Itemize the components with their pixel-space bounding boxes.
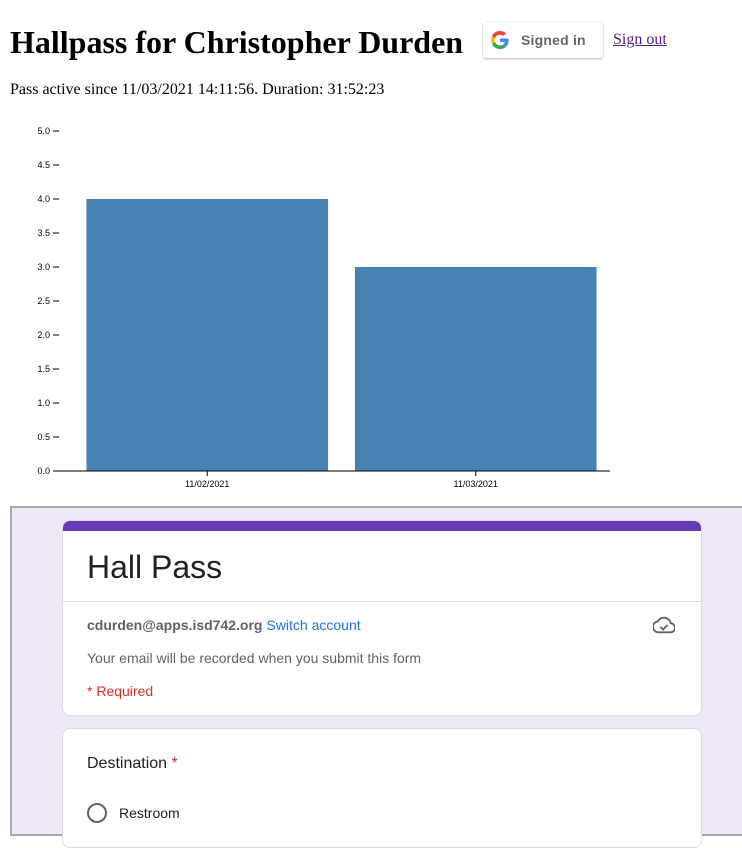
y-tick-label: 2.5 [37,296,50,306]
form-accent-bar [63,521,701,531]
pass-status-text: Pass active since 11/03/2021 14:11:56. D… [10,81,385,98]
y-tick-label: 4.0 [37,194,50,204]
question-label: Destination [87,755,168,772]
page-header: Hallpass for Christopher Durden [10,18,463,66]
y-tick-label: 0.5 [37,432,50,442]
chart-bar [354,267,597,471]
radio-button[interactable] [87,803,107,823]
y-tick-label: 2.0 [37,330,50,340]
y-tick-label: 1.0 [37,398,50,408]
option-restroom[interactable]: Restroom [87,803,677,823]
signin-status-label: Signed in [521,32,586,48]
option-label: Restroom [119,805,180,821]
y-tick-label: 0.0 [37,466,50,476]
account-email: cdurden@apps.isd742.org [87,617,263,633]
x-tick-label: 11/03/2021 [454,479,498,489]
chart-bar [86,199,329,471]
destination-question-card: Destination * Restroom [62,728,702,848]
embedded-form-frame[interactable]: Hall Pass cdurden@apps.isd742.org Switch… [10,506,742,848]
y-tick-label: 3.0 [37,262,50,272]
visit-count-chart: 0.0 0.5 1.0 1.5 2.0 2.5 3.0 3.5 4.0 4.5 5.0 11/02/2… [37,126,610,489]
switch-account-link[interactable]: Switch account [266,617,360,633]
question-title: Destination * [87,755,677,773]
form-title: Hall Pass [87,549,223,585]
required-star: * [171,755,178,772]
y-tick-label: 3.5 [37,228,50,238]
y-tick-label: 1.5 [37,364,50,374]
y-tick-label: 4.5 [37,160,50,170]
account-row: cdurden@apps.isd742.org Switch account [63,602,701,634]
cloud-saved-icon [652,616,676,634]
google-signin-button[interactable]: Signed in [483,22,603,58]
x-tick-label: 11/02/2021 [185,479,229,489]
google-logo-icon [491,31,509,49]
page-title: Hallpass for Christopher Durden [10,24,464,60]
email-recorded-note: Your email will be recorded when you sub… [87,650,422,666]
sign-out-link[interactable]: Sign out [613,31,667,49]
y-tick-label: 5.0 [37,126,50,136]
form-header-card: Hall Pass cdurden@apps.isd742.org Switch… [62,520,702,716]
required-note: * Required [87,683,154,699]
